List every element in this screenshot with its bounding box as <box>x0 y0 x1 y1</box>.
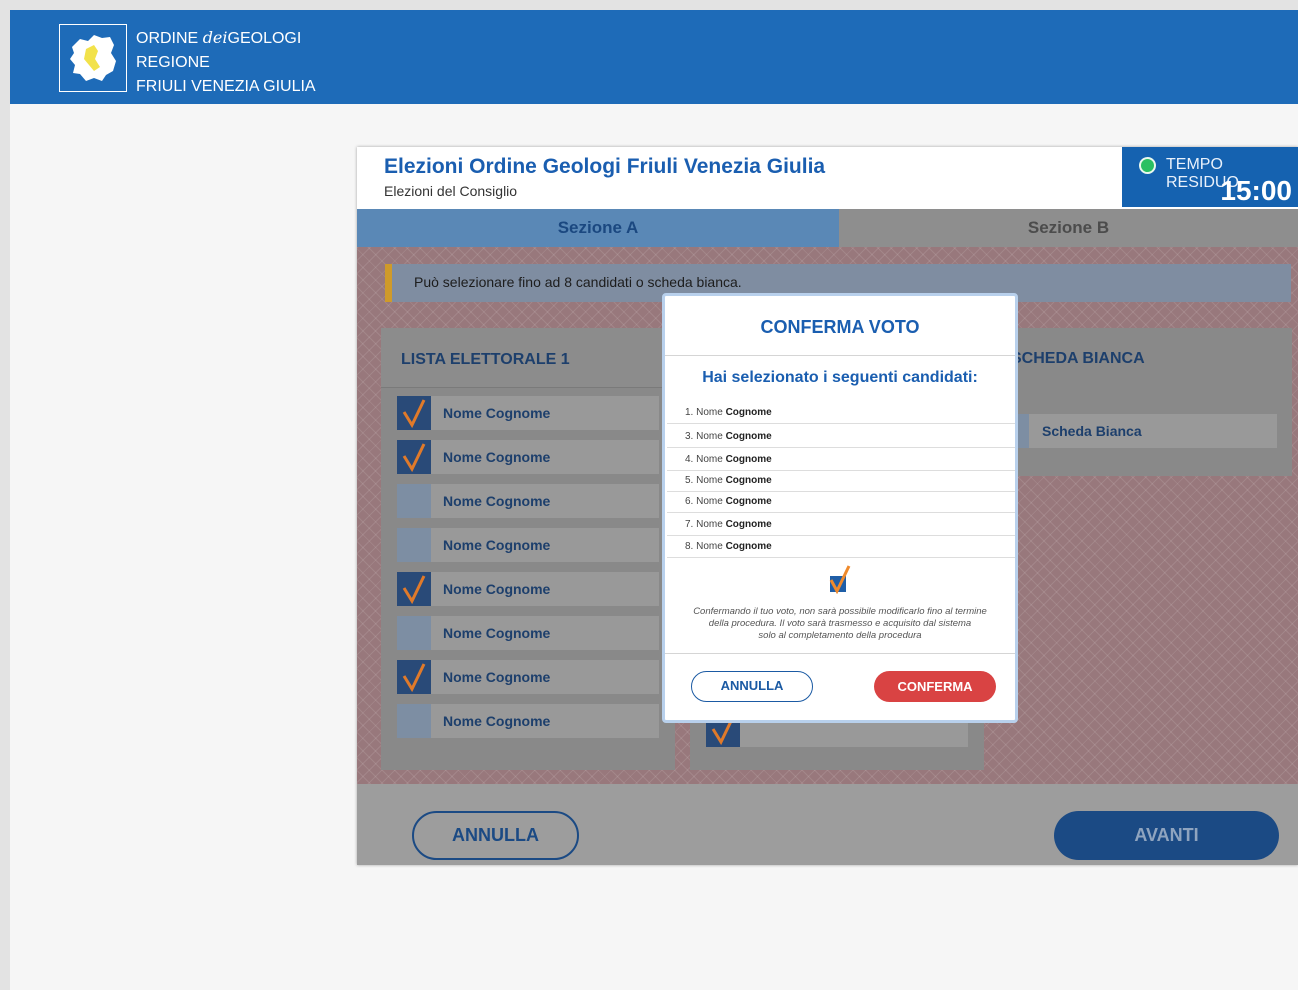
selected-candidate-name: 4. Nome <box>685 454 723 465</box>
candidate-row[interactable]: Nome Cognome <box>397 484 659 518</box>
selected-candidate-name: 5. Nome <box>685 475 723 486</box>
candidate-name: Nome Cognome <box>443 405 551 421</box>
selected-candidate-row: 4. Nome Cognome <box>667 449 1015 471</box>
checkmark-icon <box>402 443 426 472</box>
candidate-checkbox[interactable] <box>397 704 431 738</box>
electoral-list-1-title: LISTA ELETTORALE 1 <box>401 351 570 368</box>
candidate-checkbox[interactable] <box>397 396 431 430</box>
electoral-list-1-panel: LISTA ELETTORALE 1 Nome Cognome Nome Cogn… <box>381 328 675 770</box>
selected-candidate-row: 6. Nome Cognome <box>667 491 1015 513</box>
candidate-name: Nome Cognome <box>443 669 551 685</box>
blank-ballot-option[interactable]: Scheda Bianca <box>997 414 1277 448</box>
selected-candidate-name: 7. Nome <box>685 519 723 530</box>
org-line-3: FRIULI VENEZIA GIULIA <box>136 78 316 95</box>
cancel-button[interactable]: ANNULLA <box>412 811 579 860</box>
checkmark-icon <box>402 663 426 692</box>
candidate-name: Nome Cognome <box>443 493 551 509</box>
selected-candidate-row: 3. Nome Cognome <box>667 426 1015 448</box>
candidate-name: Nome Cognome <box>443 713 551 729</box>
candidate-checkbox[interactable] <box>397 660 431 694</box>
blank-ballot-panel: SCHEDA BIANCA Scheda Bianca <box>997 328 1292 476</box>
dialog-subtitle: Hai selezionato i seguenti candidati: <box>702 369 978 386</box>
candidate-checkbox[interactable] <box>397 616 431 650</box>
tab-sezione-b[interactable]: Sezione B <box>839 209 1298 247</box>
candidate-row[interactable]: Nome Cognome <box>397 440 659 474</box>
status-dot-icon <box>1139 157 1156 174</box>
selected-candidate-name: 1. Nome <box>685 407 723 418</box>
tab-sezione-a[interactable]: Sezione A <box>357 209 839 247</box>
time-remaining-box: TEMPO RESIDUO 15:00 <box>1122 147 1298 207</box>
election-subtitle: Elezioni del Consiglio <box>384 183 518 199</box>
candidate-name: Nome Cognome <box>443 449 551 465</box>
selected-candidate-row: 8. Nome Cognome <box>667 536 1015 558</box>
confirm-vote-dialog: CONFERMA VOTO Hai selezionato i seguenti… <box>662 293 1018 723</box>
candidate-checkbox[interactable] <box>397 572 431 606</box>
region-logo <box>59 24 127 92</box>
selected-candidate-row: 5. Nome Cognome <box>667 470 1015 492</box>
candidate-row[interactable]: Nome Cognome <box>397 528 659 562</box>
candidate-checkbox[interactable] <box>397 528 431 562</box>
candidate-name: Nome Cognome <box>443 625 551 641</box>
checkmark-icon <box>402 575 426 604</box>
electoral-list-1-header: LISTA ELETTORALE 1 <box>381 328 675 388</box>
selected-candidate-name: 6. Nome <box>685 496 723 507</box>
page: ORDINE deiGEOLOGI REGIONE FRIULI VENEZIA… <box>10 10 1298 990</box>
dialog-title: CONFERMA VOTO <box>665 296 1015 356</box>
selected-candidate-surname: Cognome <box>725 431 772 442</box>
org-line-2: REGIONE <box>136 54 210 71</box>
dialog-divider <box>665 653 1015 654</box>
selected-candidate-name: 3. Nome <box>685 431 723 442</box>
selected-candidate-row: 1. Nome Cognome <box>667 402 1015 424</box>
selected-candidate-surname: Cognome <box>725 407 772 418</box>
selected-candidate-surname: Cognome <box>725 475 772 486</box>
election-header: Elezioni Ordine Geologi Friuli Venezia G… <box>357 147 1298 209</box>
region-map-icon <box>70 35 116 81</box>
org-line-1: ORDINE deiGEOLOGI <box>136 28 302 47</box>
election-title: Elezioni Ordine Geologi Friuli Venezia G… <box>384 155 826 178</box>
candidate-row[interactable]: Nome Cognome <box>397 660 659 694</box>
dialog-confirm-button[interactable]: CONFERMA <box>874 671 996 702</box>
time-remaining-value: 15:00 <box>1220 175 1292 206</box>
ballot-footer: ANNULLA AVANTI <box>357 784 1298 865</box>
selected-candidate-surname: Cognome <box>725 454 772 465</box>
candidate-row[interactable]: Nome Cognome <box>397 572 659 606</box>
next-button[interactable]: AVANTI <box>1054 811 1279 860</box>
notice-text: Può selezionare fino ad 8 candidati o sc… <box>414 274 742 290</box>
candidate-name: Nome Cognome <box>443 581 551 597</box>
candidate-checkbox[interactable] <box>397 440 431 474</box>
blank-ballot-label: Scheda Bianca <box>1042 423 1142 439</box>
blank-ballot-title: SCHEDA BIANCA <box>1011 350 1145 367</box>
candidate-checkbox[interactable] <box>397 484 431 518</box>
selected-candidate-surname: Cognome <box>725 541 772 552</box>
candidate-row[interactable]: Nome Cognome <box>397 396 659 430</box>
dialog-cancel-button[interactable]: ANNULLA <box>691 671 813 702</box>
selected-candidate-surname: Cognome <box>725 519 772 530</box>
organization-name: ORDINE deiGEOLOGI REGIONE FRIULI VENEZIA… <box>136 26 316 99</box>
vote-check-icon <box>828 564 852 599</box>
candidate-row[interactable]: Nome Cognome <box>397 704 659 738</box>
selected-candidate-surname: Cognome <box>725 496 772 507</box>
selected-candidate-name: 8. Nome <box>685 541 723 552</box>
candidate-name: Nome Cognome <box>443 537 551 553</box>
dialog-note: Confermando il tuo voto, non sarà possib… <box>693 606 987 641</box>
candidate-row[interactable]: Nome Cognome <box>397 616 659 650</box>
checkmark-icon <box>402 399 426 428</box>
top-header-bar: ORDINE deiGEOLOGI REGIONE FRIULI VENEZIA… <box>10 10 1298 104</box>
selected-candidate-row: 7. Nome Cognome <box>667 514 1015 536</box>
